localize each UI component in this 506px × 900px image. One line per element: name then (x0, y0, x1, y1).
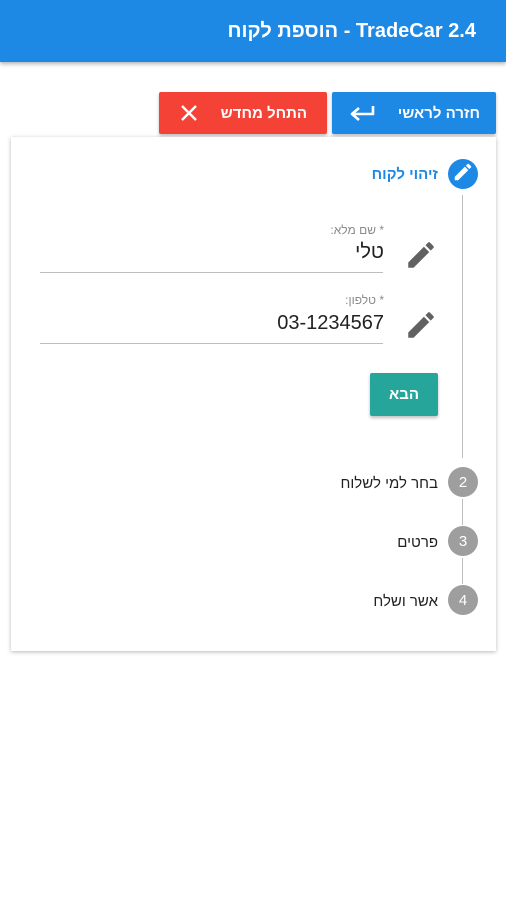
step-3-number: 3 (458, 532, 468, 550)
step-4-indicator[interactable]: 4 (448, 585, 478, 615)
full-name-label: * שם מלא: (330, 223, 384, 237)
step-connector (462, 558, 463, 584)
full-name-underline (40, 272, 383, 273)
app-bar: TradeCar 2.4 - הוספת לקוח (0, 0, 506, 62)
full-name-field[interactable]: טלי (355, 241, 384, 264)
return-arrow-icon (348, 103, 376, 123)
step-2-title[interactable]: בחר למי לשלוח (340, 475, 438, 492)
phone-underline (40, 343, 383, 344)
back-button-label: חזרה לראשי (397, 104, 480, 122)
phone-label: * טלפון: (345, 293, 384, 307)
step-2-number: 2 (458, 473, 468, 491)
stepper-card: זיהוי לקוח * שם מלא: טלי * טלפון: 03-123… (11, 137, 496, 651)
step-4-number: 4 (458, 591, 468, 609)
step-connector (462, 195, 463, 458)
phone-field[interactable]: 03-1234567 (277, 312, 384, 335)
next-button[interactable]: הבא (370, 373, 438, 416)
step-2-indicator[interactable]: 2 (448, 467, 478, 497)
restart-button-label: התחל מחדש (220, 104, 307, 122)
step-connector (462, 499, 463, 525)
step-4-title[interactable]: אשר ושלח (373, 593, 438, 610)
pencil-icon (452, 161, 474, 187)
restart-button[interactable]: התחל מחדש (159, 92, 327, 134)
edit-full-name-icon[interactable] (404, 238, 438, 272)
back-to-main-button[interactable]: חזרה לראשי (332, 92, 496, 134)
step-1-indicator[interactable] (448, 159, 478, 189)
step-3-title[interactable]: פרטים (397, 534, 438, 551)
edit-phone-icon[interactable] (404, 308, 438, 342)
step-1-title[interactable]: זיהוי לקוח (372, 166, 438, 183)
close-icon (179, 103, 199, 123)
step-3-indicator[interactable]: 3 (448, 526, 478, 556)
app-title: TradeCar 2.4 - הוספת לקוח (227, 19, 476, 42)
